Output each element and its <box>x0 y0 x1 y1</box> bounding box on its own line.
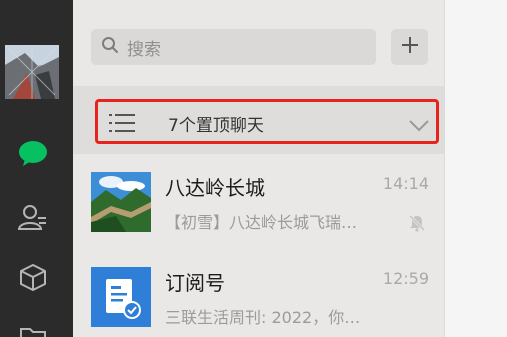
chat-preview: 三联生活周刊: 2022，你… <box>165 308 361 327</box>
wechat-window: 搜索 7个置顶聊天 八达岭长城 14:14 【初雪】八达岭长城飞瑞… 订阅号 1… <box>0 0 507 337</box>
chevron-down-icon[interactable] <box>409 117 429 136</box>
search-placeholder: 搜索 <box>127 39 161 60</box>
folder-icon[interactable] <box>17 320 49 337</box>
chat-avatar <box>91 172 151 232</box>
chat-bubble-icon[interactable] <box>17 138 49 170</box>
plus-icon <box>401 36 419 58</box>
bell-off-icon <box>408 214 426 236</box>
cube-icon[interactable] <box>17 261 49 293</box>
conversation-area <box>444 0 507 337</box>
subscription-icon <box>91 267 151 327</box>
chat-list-panel: 搜索 7个置顶聊天 八达岭长城 14:14 【初雪】八达岭长城飞瑞… 订阅号 1… <box>73 0 444 337</box>
chat-preview: 【初雪】八达岭长城飞瑞… <box>165 213 358 232</box>
chat-time: 14:14 <box>382 174 429 193</box>
pinned-chats-row[interactable]: 7个置顶聊天 <box>73 86 444 154</box>
chat-item-subscriptions[interactable]: 订阅号 12:59 三联生活周刊: 2022，你… <box>73 249 444 337</box>
search-input[interactable]: 搜索 <box>91 29 376 65</box>
chat-item-badaling[interactable]: 八达岭长城 14:14 【初雪】八达岭长城飞瑞… <box>73 154 444 244</box>
pinned-chats-label: 7个置顶聊天 <box>168 116 264 136</box>
search-icon <box>101 36 119 58</box>
chat-time: 12:59 <box>382 269 429 288</box>
add-button[interactable] <box>391 29 428 65</box>
chat-title: 订阅号 <box>165 271 225 295</box>
sidebar <box>0 0 73 337</box>
list-icon <box>109 113 135 137</box>
avatar[interactable] <box>5 45 59 99</box>
contacts-icon[interactable] <box>17 201 49 233</box>
red-highlight-box <box>95 99 439 144</box>
chat-title: 八达岭长城 <box>165 176 265 200</box>
